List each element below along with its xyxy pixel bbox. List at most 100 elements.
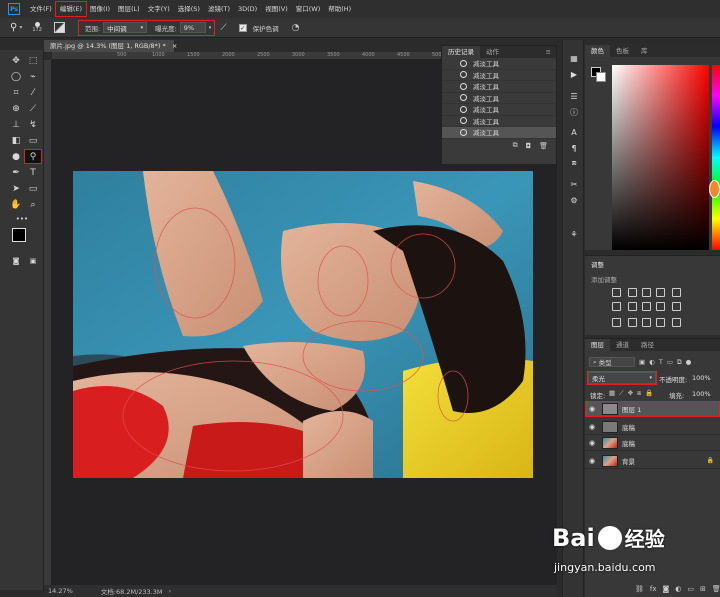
background-color-swatch[interactable] bbox=[596, 72, 606, 82]
hue-slider[interactable] bbox=[712, 65, 720, 250]
menu-image[interactable]: 图像(I) bbox=[86, 2, 114, 16]
quick-mask-icon[interactable]: ◙ bbox=[8, 254, 24, 267]
eraser-tool-icon[interactable]: ◧ bbox=[8, 134, 24, 147]
photo-filter-icon[interactable] bbox=[656, 302, 665, 311]
trash-icon[interactable]: 🗑 bbox=[539, 142, 548, 150]
color-handle[interactable] bbox=[709, 180, 720, 198]
document-image[interactable] bbox=[73, 171, 533, 478]
paragraph-icon[interactable]: ¶ bbox=[568, 144, 580, 154]
history-row[interactable]: 减淡工具 bbox=[442, 116, 556, 127]
exposure-icon[interactable] bbox=[656, 288, 665, 297]
dodge-tool-icon[interactable]: ⚲ bbox=[24, 149, 42, 164]
curves-icon[interactable] bbox=[642, 288, 651, 297]
more-tools-icon[interactable]: ••• bbox=[14, 212, 30, 225]
tab-paths[interactable]: 路径 bbox=[635, 339, 660, 351]
tab-color[interactable]: 颜色 bbox=[585, 45, 610, 57]
menu-view[interactable]: 视图(V) bbox=[261, 2, 292, 16]
document-tab[interactable]: 原片.jpg @ 14.3% (图层 1, RGB/8*) * × bbox=[44, 40, 177, 52]
pressure-size-toggle[interactable]: ◔ bbox=[292, 21, 300, 35]
layer-row-draft-gray[interactable]: ◉ 底稿 bbox=[585, 419, 720, 435]
lasso-tool-icon[interactable]: ◯ bbox=[8, 70, 24, 83]
history-row[interactable]: 减淡工具 bbox=[442, 58, 556, 70]
info-icon[interactable]: ⓘ bbox=[568, 108, 580, 118]
range-select[interactable]: 中间调 ▾ bbox=[103, 22, 148, 33]
link-layers-icon[interactable]: ⛓ bbox=[635, 585, 644, 593]
panel-menu-icon[interactable]: ≡ bbox=[546, 48, 551, 56]
history-row[interactable]: 减淡工具 bbox=[442, 93, 556, 104]
chevron-right-icon[interactable]: › bbox=[168, 587, 171, 595]
menu-file[interactable]: 文件(F) bbox=[26, 2, 56, 16]
history-row[interactable]: 减淡工具 bbox=[442, 81, 556, 93]
posterize-icon[interactable] bbox=[628, 318, 637, 327]
zoom-level[interactable]: 14.27% bbox=[48, 587, 73, 595]
protect-tones-checkbox[interactable]: ✓ 保护色调 bbox=[238, 21, 282, 35]
menu-select[interactable]: 选择(S) bbox=[174, 2, 204, 16]
invert-icon[interactable] bbox=[612, 318, 621, 327]
close-icon[interactable]: × bbox=[172, 42, 177, 50]
history-brush-tool-icon[interactable]: ↯ bbox=[25, 118, 41, 131]
character-icon[interactable]: A bbox=[568, 128, 580, 138]
gradient-map-icon[interactable] bbox=[656, 318, 665, 327]
airbrush-toggle[interactable]: ⟋ bbox=[220, 21, 226, 35]
add-mask-icon[interactable]: ◙ bbox=[663, 585, 670, 593]
new-group-icon[interactable]: ▭ bbox=[687, 585, 694, 593]
color-picker-field[interactable] bbox=[612, 65, 709, 250]
filter-toggle-icon[interactable]: ● bbox=[686, 358, 692, 366]
blur-tool-icon[interactable]: ● bbox=[8, 150, 24, 163]
layer-filter-select[interactable]: ⌕ 类型 bbox=[589, 357, 635, 367]
black-white-icon[interactable] bbox=[642, 302, 651, 311]
lock-all-icon[interactable]: 🔒 bbox=[645, 389, 653, 398]
tools-icon[interactable]: ✂ bbox=[568, 180, 580, 190]
type-filter-icon[interactable]: T bbox=[659, 358, 663, 366]
lock-position-icon[interactable]: ✥ bbox=[628, 389, 633, 398]
fill-value[interactable]: 100% bbox=[692, 390, 711, 398]
smart-object-filter-icon[interactable]: ⧉ bbox=[677, 358, 682, 367]
history-panel-icon[interactable]: ▦ bbox=[568, 54, 580, 64]
image-filter-icon[interactable]: ▣ bbox=[639, 358, 645, 366]
marquee-tool-icon[interactable]: ⬚ bbox=[25, 54, 41, 67]
exposure-input[interactable]: 9% bbox=[179, 22, 206, 33]
layer-row-background[interactable]: ◉ 背景 🔒 bbox=[585, 453, 720, 469]
chevron-down-icon[interactable]: ▾ bbox=[209, 25, 212, 31]
history-row[interactable]: 减淡工具 bbox=[442, 70, 556, 81]
eye-icon[interactable]: ◉ bbox=[585, 423, 599, 431]
brightness-icon[interactable] bbox=[612, 288, 621, 297]
history-row-current[interactable]: 减淡工具 bbox=[442, 127, 556, 139]
new-document-from-state-icon[interactable]: ⧉ bbox=[513, 141, 518, 150]
tab-libraries[interactable]: 库 bbox=[635, 45, 654, 57]
lock-transparent-icon[interactable]: ▦ bbox=[609, 389, 615, 398]
menu-layer[interactable]: 图层(L) bbox=[114, 2, 144, 16]
gradient-tool-icon[interactable]: ▭ bbox=[25, 134, 41, 147]
tab-history[interactable]: 历史记录 bbox=[442, 46, 480, 58]
lock-image-icon[interactable]: ⟋ bbox=[619, 389, 624, 398]
new-adjustment-icon[interactable]: ◐ bbox=[675, 585, 681, 593]
layer-row-layer1[interactable]: ◉ 图层 1 bbox=[585, 401, 720, 417]
color-balance-icon[interactable] bbox=[628, 302, 637, 311]
properties-icon[interactable]: ⚙ bbox=[568, 196, 580, 206]
healing-brush-tool-icon[interactable]: ⊕ bbox=[8, 102, 24, 115]
crop-tool-icon[interactable]: ⌗ bbox=[8, 86, 24, 99]
menu-edit[interactable]: 编辑(E) bbox=[54, 1, 88, 17]
tab-actions[interactable]: 动作 bbox=[480, 46, 505, 58]
brush-size-picker[interactable]: 172 bbox=[32, 19, 42, 37]
opacity-value[interactable]: 100% bbox=[692, 374, 711, 382]
artboard-icon[interactable]: ⧈ bbox=[637, 389, 641, 398]
tool-preset-picker[interactable]: ⚲ ▾ bbox=[10, 21, 22, 35]
glyphs-icon[interactable]: ⧈ bbox=[568, 158, 580, 168]
zoom-tool-icon[interactable]: ⌕ bbox=[25, 198, 41, 211]
blend-mode-select[interactable]: 柔光 ▾ bbox=[587, 371, 657, 385]
eye-icon[interactable]: ◉ bbox=[585, 439, 599, 447]
hand-tool-icon[interactable]: ✋ bbox=[8, 198, 24, 211]
eyedropper-tool-icon[interactable]: ⁄ bbox=[25, 86, 41, 99]
layer-row-draft-photo[interactable]: ◉ 底稿 bbox=[585, 435, 720, 451]
path-select-tool-icon[interactable]: ➤ bbox=[8, 182, 24, 195]
adjustment-filter-icon[interactable]: ◐ bbox=[649, 358, 655, 366]
menu-type[interactable]: 文字(Y) bbox=[144, 2, 174, 16]
trash-icon[interactable]: 🗑 bbox=[712, 585, 720, 593]
pen-tool-icon[interactable]: ✒ bbox=[8, 166, 24, 179]
clone-stamp-tool-icon[interactable]: ⊥ bbox=[8, 118, 24, 131]
menu-3d[interactable]: 3D(D) bbox=[234, 2, 261, 16]
levels-icon[interactable] bbox=[628, 288, 637, 297]
tab-swatches[interactable]: 色板 bbox=[610, 45, 635, 57]
screen-mode-icon[interactable]: ▣ bbox=[25, 254, 41, 267]
